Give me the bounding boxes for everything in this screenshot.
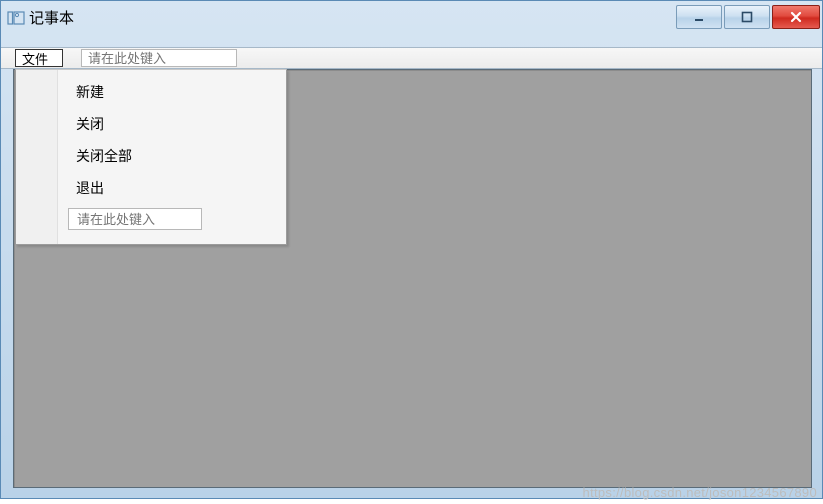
dropdown-items: 新建 关闭 关闭全部 退出 — [58, 70, 286, 244]
menu-search-wrapper — [81, 48, 237, 68]
file-dropdown: 新建 关闭 关闭全部 退出 — [15, 69, 287, 245]
close-button[interactable] — [772, 5, 820, 29]
menu-item-new[interactable]: 新建 — [58, 76, 286, 108]
window-controls — [676, 5, 822, 29]
menu-item-close-all[interactable]: 关闭全部 — [58, 140, 286, 172]
titlebar-left: 记事本 — [7, 5, 74, 28]
minimize-button[interactable] — [676, 5, 722, 29]
titlebar: 记事本 — [1, 1, 822, 47]
menu-search-input[interactable] — [81, 49, 237, 67]
maximize-button[interactable] — [724, 5, 770, 29]
menu-item-exit[interactable]: 退出 — [58, 172, 286, 204]
dropdown-gutter — [16, 70, 58, 244]
dropdown-input-row — [58, 204, 286, 238]
app-icon — [7, 9, 25, 27]
app-title: 记事本 — [29, 7, 74, 28]
dropdown-input[interactable] — [68, 208, 202, 230]
menu-item-close[interactable]: 关闭 — [58, 108, 286, 140]
menu-file-label: 文件 — [22, 49, 48, 68]
app-window: 记事本 文件 新建 关闭 关闭全部 — [0, 0, 823, 499]
menubar: 文件 — [1, 47, 822, 69]
menu-file[interactable]: 文件 — [15, 49, 63, 67]
